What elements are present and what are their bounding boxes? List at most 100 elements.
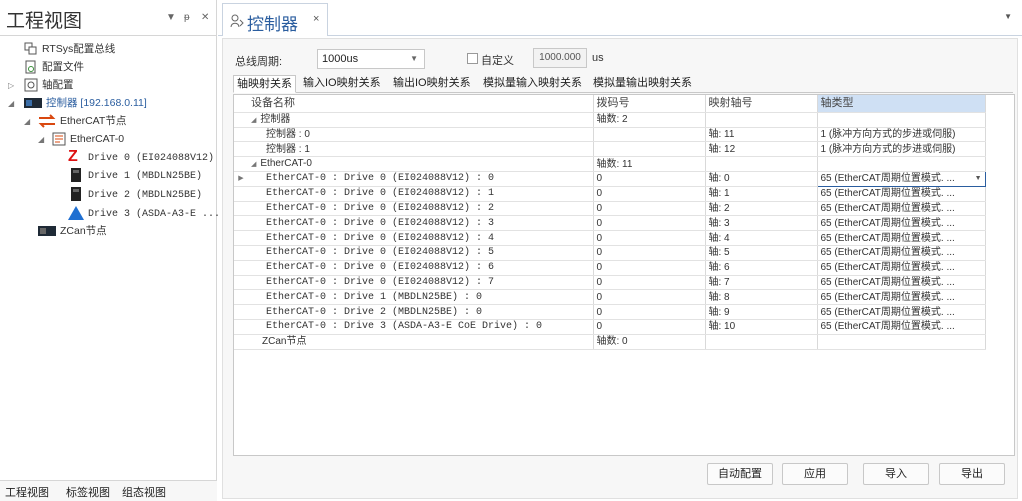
cell-mapped-axis[interactable]: 轴: 0 [705,171,818,187]
tab-controller[interactable]: 控制器 × [222,3,328,36]
collapse-caret-icon[interactable]: ◢ [251,117,256,124]
table-group-row[interactable]: ◢ EtherCAT-0 轴数: 11 [234,156,986,173]
pin-icon[interactable]: ᵽ [184,12,190,23]
apply-button[interactable]: 应用 [782,463,848,485]
table-row[interactable]: EtherCAT-0 : Drive 0 (EI024088V12) : 3 0轴… [234,215,986,232]
cell-mapped-axis[interactable]: 轴: 10 [705,319,818,335]
cell-axis-type[interactable]: 65 (EtherCAT周期位置模式. ... [817,275,986,291]
cell-mapped-axis[interactable]: 轴: 6 [705,260,818,276]
table-row[interactable]: EtherCAT-0 : Drive 0 (EI024088V12) : 2 0轴… [234,201,986,217]
expand-caret-icon[interactable]: ▷ [8,77,14,95]
tab-output-io-mapping[interactable]: 输出IO映射关系 [390,75,474,93]
cell-device-name: ZCan节点 [248,334,594,350]
cell-text: EtherCAT-0 : Drive 0 (EI024088V12) : 2 [266,203,495,215]
tree-item-config-file[interactable]: 配置文件 [24,58,84,76]
tree-item-drive-0[interactable]: Z Drive 0 (EI024088V12) [68,148,214,166]
bus-cycle-select[interactable]: 1000us ▼ [317,49,425,69]
cell-text: 控制器 : 0 [266,128,310,140]
cell-text: 控制器 [260,113,291,125]
cell-axis-type[interactable]: 65 (EtherCAT周期位置模式. ... [817,319,986,335]
close-icon[interactable]: ✕ [201,12,209,23]
project-view-header: 工程视图 ▼ ᵽ ✕ [0,0,217,36]
column-header-axis-type[interactable]: 轴类型 [817,95,986,113]
tree-item-drive-2[interactable]: Drive 2 (MBDLN25BE) [68,185,202,203]
cell-axis-type[interactable]: 65 (EtherCAT周期位置模式. ... [817,186,986,202]
cell-axis-type[interactable]: 65 (EtherCAT周期位置模式. ... [817,201,986,217]
table-group-row[interactable]: ZCan节点 轴数: 0 [234,334,986,350]
cell-dip-code: 0 [593,215,706,232]
tree-item-bus-config[interactable]: RTSys配置总线 [24,40,115,58]
tree-label: RTSys配置总线 [42,43,116,55]
column-header-mapped-axis[interactable]: 映射轴号 [705,95,818,113]
cell-axis-type[interactable]: 65 (EtherCAT周期位置模式. ... [817,245,986,261]
column-header-device-name[interactable]: 设备名称 [248,95,594,113]
import-button[interactable]: 导入 [863,463,929,485]
config-file-icon [25,60,36,74]
tree-item-zcan-node[interactable]: ZCan节点 [38,222,107,240]
delta-drive-icon [68,206,84,221]
custom-checkbox[interactable] [467,53,478,64]
collapse-caret-icon[interactable]: ◢ [251,161,256,168]
cell-mapped-axis[interactable]: 轴: 3 [705,215,818,232]
cell-axis-type[interactable]: 1 (脉冲方向方式的步进或伺服) [817,127,986,143]
cell-axis-type[interactable]: 65 (EtherCAT周期位置模式. ... [817,304,986,321]
cell-axis-type[interactable]: 65 (EtherCAT周期位置模式. ... [817,230,986,247]
cell-dip-code: 轴数: 0 [593,334,706,350]
tab-project-view[interactable]: 工程视图 [5,484,49,500]
collapse-caret-icon[interactable]: ◢ [24,113,30,131]
table-row[interactable]: EtherCAT-0 : Drive 3 (ASDA-A3-E CoE Driv… [234,319,986,335]
table-row[interactable]: EtherCAT-0 : Drive 0 (EI024088V12) : 1 0轴… [234,186,986,202]
row-gutter [234,127,248,143]
tab-list-dropdown-icon[interactable]: ▼ [1004,12,1012,21]
tab-analog-input-mapping[interactable]: 模拟量输入映射关系 [480,75,585,93]
cell-mapped-axis[interactable]: 轴: 7 [705,275,818,291]
custom-cycle-input[interactable]: 1000.000 [533,48,587,68]
auto-config-button[interactable]: 自动配置 [707,463,773,485]
column-header-dip-code[interactable]: 拨码号 [593,95,706,113]
cell-mapped-axis[interactable]: 轴: 4 [705,230,818,247]
table-row[interactable]: ▶ EtherCAT-0 : Drive 0 (EI024088V12) : 0 0… [234,171,986,187]
cell-mapped-axis[interactable]: 轴: 5 [705,245,818,261]
table-row[interactable]: 控制器 : 1 轴: 12 1 (脉冲方向方式的步进或伺服) [234,141,986,158]
tree-item-drive-1[interactable]: Drive 1 (MBDLN25BE) [68,166,202,184]
collapse-caret-icon[interactable]: ◢ [8,95,14,113]
close-tab-icon[interactable]: × [313,13,319,25]
table-group-row[interactable]: ◢ 控制器 轴数: 2 [234,112,986,128]
tree-item-ethercat-node[interactable]: ◢ EtherCAT节点 [24,112,126,130]
panel-dropdown-icon[interactable]: ▼ [166,12,176,23]
chevron-down-icon[interactable]: ▼ [975,173,982,186]
cell-text: EtherCAT-0 : Drive 0 (EI024088V12) : 7 [266,277,495,289]
table-row[interactable]: EtherCAT-0 : Drive 0 (EI024088V12) : 7 0轴… [234,275,986,291]
servo-drive-icon [71,187,81,202]
cell-mapped-axis[interactable]: 轴: 12 [705,141,818,158]
cell-mapped-axis[interactable]: 轴: 9 [705,304,818,321]
cell-axis-type[interactable]: ▼ 65 (EtherCAT周期位置模式. ... [816,171,986,187]
table-row[interactable]: EtherCAT-0 : Drive 0 (EI024088V12) : 4 0轴… [234,230,986,247]
tab-axis-mapping[interactable]: 轴映射关系 [233,75,296,93]
cell-mapped-axis[interactable]: 轴: 11 [705,127,818,143]
table-row[interactable]: EtherCAT-0 : Drive 0 (EI024088V12) : 6 0轴… [234,260,986,276]
tab-tag-view[interactable]: 标签视图 [66,484,110,500]
table-row[interactable]: 控制器 : 0 轴: 11 1 (脉冲方向方式的步进或伺服) [234,127,986,143]
cell-mapped-axis[interactable]: 轴: 2 [705,201,818,217]
tree-item-drive-3[interactable]: Drive 3 (ASDA-A3-E ... [68,204,220,222]
table-row[interactable]: EtherCAT-0 : Drive 0 (EI024088V12) : 5 0轴… [234,245,986,261]
zcan-node-icon [38,226,56,237]
tree-label: Drive 3 (ASDA-A3-E ... [88,209,221,220]
cell-mapped-axis[interactable]: 轴: 8 [705,289,818,306]
cell-axis-type[interactable]: 65 (EtherCAT周期位置模式. ... [817,289,986,306]
tree-item-controller[interactable]: ◢ 控制器 [192.168.0.11] [8,94,147,112]
tree-item-ethercat-0[interactable]: ◢ EtherCAT-0 [38,130,124,148]
tab-input-io-mapping[interactable]: 输入IO映射关系 [300,75,384,93]
cell-axis-type[interactable]: 65 (EtherCAT周期位置模式. ... [817,260,986,276]
tree-item-axis-config[interactable]: ▷ 轴配置 [8,76,74,94]
cell-axis-type[interactable]: 1 (脉冲方向方式的步进或伺服) [817,141,986,158]
table-row[interactable]: EtherCAT-0 : Drive 1 (MBDLN25BE) : 0 0 轴: … [234,289,986,306]
tab-config-view[interactable]: 组态视图 [122,484,166,500]
tab-analog-output-mapping[interactable]: 模拟量输出映射关系 [590,75,695,93]
cell-mapped-axis[interactable]: 轴: 1 [705,186,818,202]
cell-axis-type[interactable]: 65 (EtherCAT周期位置模式. ... [817,215,986,232]
table-row[interactable]: EtherCAT-0 : Drive 2 (MBDLN25BE) : 0 0 轴: … [234,304,986,321]
collapse-caret-icon[interactable]: ◢ [38,131,44,149]
export-button[interactable]: 导出 [939,463,1005,485]
